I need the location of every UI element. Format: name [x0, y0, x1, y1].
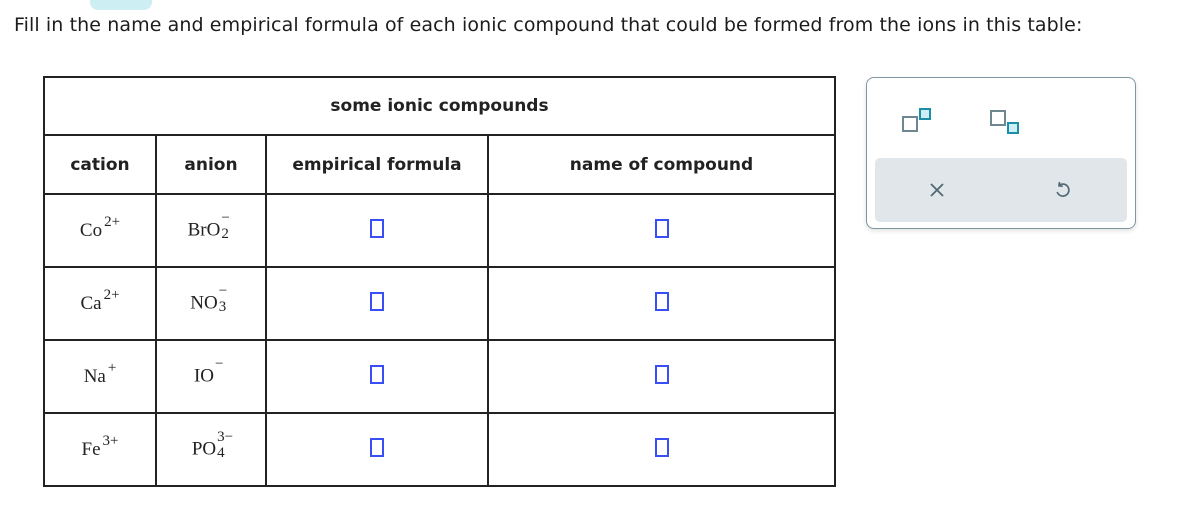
anion-cell: BrO −2 [155, 193, 267, 268]
question-prompt: Fill in the name and empirical formula o… [14, 14, 1083, 36]
empirical-formula-cell [265, 339, 489, 414]
empirical-formula-input[interactable] [370, 292, 384, 311]
compound-name-input[interactable] [654, 438, 669, 457]
header-cation: cation [43, 134, 157, 195]
cation-charge: + [107, 359, 117, 376]
cation-symbol: Na [83, 365, 106, 387]
table-title: some ionic compounds [43, 76, 836, 136]
compound-name-input[interactable] [654, 365, 669, 384]
anion-symbol: PO [191, 437, 217, 459]
cation-charge: 2+ [103, 286, 120, 303]
anion-subscript: 2 [221, 225, 229, 242]
anion-symbol: NO [190, 291, 218, 313]
superscript-button[interactable] [897, 104, 933, 136]
anion-cell: IO − [155, 339, 267, 414]
cation-cell: Co 2+ [43, 193, 157, 268]
compound-name-cell [487, 412, 836, 487]
anion-ion: PO 3− 4 [191, 429, 233, 465]
cation-ion: Ca 2+ [80, 287, 119, 315]
compound-name-cell [487, 266, 836, 341]
header-anion: anion [155, 134, 267, 195]
anion-symbol: BrO [187, 218, 221, 240]
header-empirical-formula: empirical formula [265, 134, 489, 195]
empirical-formula-cell [265, 193, 489, 268]
top-tab [90, 0, 152, 10]
anion-charge: − [215, 355, 224, 372]
anion-cell: NO −3 [155, 266, 267, 341]
cation-symbol: Fe [81, 438, 101, 460]
table-row: Ca 2+ NO −3 [43, 266, 836, 341]
cation-cell: Ca 2+ [43, 266, 157, 341]
math-toolbox [866, 77, 1136, 229]
cation-symbol: Ca [80, 292, 102, 314]
cation-symbol: Co [79, 219, 103, 241]
anion-charge: 3− [217, 428, 234, 445]
table-row: Na + IO − [43, 339, 836, 414]
close-icon [930, 183, 944, 197]
anion-cell: PO 3− 4 [155, 412, 267, 487]
cation-charge: 2+ [104, 213, 121, 230]
empirical-formula-input[interactable] [370, 365, 384, 384]
anion-subscript: 3 [218, 298, 227, 315]
table-row: Co 2+ BrO −2 [43, 193, 836, 268]
empirical-formula-input[interactable] [370, 438, 384, 457]
cation-ion: Co 2+ [79, 214, 120, 242]
empirical-formula-input[interactable] [370, 219, 384, 238]
undo-icon [1056, 181, 1070, 197]
compound-name-input[interactable] [654, 219, 669, 238]
cation-charge: 3+ [102, 432, 119, 449]
anion-charge: − [218, 282, 228, 299]
ionic-compounds-table: some ionic compounds cation anion empiri… [43, 76, 836, 487]
empirical-formula-cell [265, 266, 489, 341]
subscript-button[interactable] [985, 104, 1021, 136]
anion-subscript: 4 [217, 444, 225, 461]
table-row: Fe 3+ PO 3− 4 [43, 412, 836, 487]
clear-button[interactable] [919, 172, 955, 208]
anion-charge: − [221, 209, 230, 226]
anion-symbol: IO [193, 364, 215, 386]
cation-cell: Na + [43, 339, 157, 414]
header-name-of-compound: name of compound [487, 134, 836, 195]
undo-button[interactable] [1045, 172, 1081, 208]
empirical-formula-cell [265, 412, 489, 487]
anion-ion: IO − [193, 356, 228, 392]
compound-name-cell [487, 193, 836, 268]
anion-ion: NO −3 [190, 283, 231, 319]
cation-ion: Na + [83, 360, 117, 388]
compound-name-input[interactable] [654, 292, 669, 311]
anion-ion: BrO −2 [187, 210, 235, 246]
cation-ion: Fe 3+ [81, 433, 119, 461]
cation-cell: Fe 3+ [43, 412, 157, 487]
compound-name-cell [487, 339, 836, 414]
action-bar [875, 158, 1127, 222]
